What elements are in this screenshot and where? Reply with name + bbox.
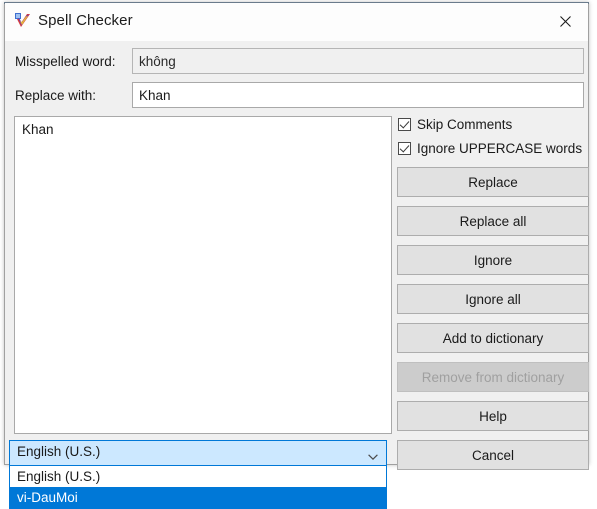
close-button[interactable] xyxy=(542,3,588,40)
list-item[interactable]: Khan xyxy=(15,117,391,138)
replace-button[interactable]: Replace xyxy=(397,167,589,197)
add-to-dictionary-button[interactable]: Add to dictionary xyxy=(397,323,589,353)
suggestions-list[interactable]: Khan xyxy=(14,116,392,434)
ignore-all-button[interactable]: Ignore all xyxy=(397,284,589,314)
ignore-button[interactable]: Ignore xyxy=(397,245,589,275)
misspelled-word-field[interactable] xyxy=(132,48,584,74)
language-dropdown-list[interactable]: English (U.S.) vi-DauMoi xyxy=(9,466,387,509)
language-option-english[interactable]: English (U.S.) xyxy=(10,466,386,487)
skip-comments-label: Skip Comments xyxy=(417,117,513,132)
window-title: Spell Checker xyxy=(38,12,133,29)
title-bar: Spell Checker xyxy=(5,3,588,41)
ignore-uppercase-checkbox[interactable]: Ignore UPPERCASE words xyxy=(398,141,582,156)
spellcheck-icon xyxy=(14,12,32,30)
checkmark-icon xyxy=(398,118,411,131)
language-combobox-value: English (U.S.) xyxy=(17,444,101,459)
language-option-vi-daumoi[interactable]: vi-DauMoi xyxy=(10,487,386,508)
language-combobox[interactable]: English (U.S.) xyxy=(9,440,387,466)
close-icon xyxy=(559,16,571,27)
help-button[interactable]: Help xyxy=(397,401,589,431)
spell-checker-dialog: Spell Checker Misspelled word: Replace w… xyxy=(4,2,589,470)
replace-with-field[interactable] xyxy=(132,82,584,108)
misspelled-word-label: Misspelled word: xyxy=(15,54,116,69)
ignore-uppercase-label: Ignore UPPERCASE words xyxy=(417,141,583,156)
replace-with-label: Replace with: xyxy=(15,88,97,103)
chevron-down-icon xyxy=(368,449,378,461)
replace-all-button[interactable]: Replace all xyxy=(397,206,589,236)
checkmark-icon xyxy=(398,142,411,155)
cancel-button[interactable]: Cancel xyxy=(397,440,589,470)
remove-from-dictionary-button: Remove from dictionary xyxy=(397,362,589,392)
skip-comments-checkbox[interactable]: Skip Comments xyxy=(398,117,512,132)
